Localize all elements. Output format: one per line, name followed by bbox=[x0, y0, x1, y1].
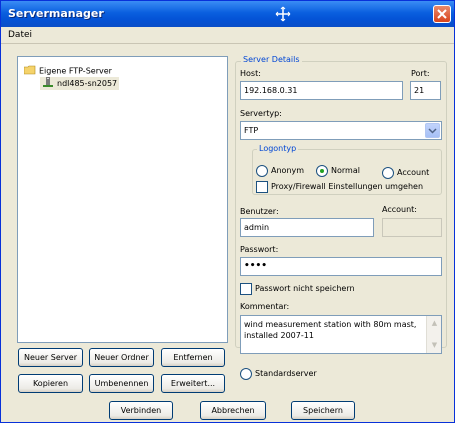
comment-scrollbar[interactable]: ▲ ▼ bbox=[426, 316, 441, 353]
radio-normal[interactable] bbox=[316, 165, 328, 177]
host-input[interactable]: 192.168.0.31 bbox=[240, 81, 403, 100]
comment-text: wind measurement station with 80m mast, … bbox=[244, 320, 417, 340]
port-label: Port: bbox=[411, 69, 430, 78]
host-label: Host: bbox=[240, 69, 261, 78]
servertype-value: FTP bbox=[244, 126, 259, 135]
radio-account[interactable] bbox=[382, 167, 394, 179]
menu-item-datei[interactable]: Datei bbox=[8, 30, 32, 40]
radio-normal-label: Normal bbox=[331, 166, 360, 175]
radio-anonym[interactable] bbox=[256, 165, 268, 177]
password-label: Passwort: bbox=[240, 245, 279, 254]
logon-type-legend: Logontyp bbox=[257, 144, 299, 153]
server-icon bbox=[42, 77, 54, 90]
password-input[interactable]: •••• bbox=[240, 257, 442, 276]
server-details-legend: Server Details bbox=[241, 55, 302, 64]
scroll-down-icon[interactable]: ▼ bbox=[428, 339, 441, 352]
tree-node-root[interactable]: Eigene FTP-Server bbox=[23, 65, 112, 77]
cancel-button[interactable]: Abbrechen bbox=[200, 401, 266, 420]
save-button[interactable]: Speichern bbox=[291, 401, 355, 420]
port-input[interactable]: 21 bbox=[410, 81, 441, 100]
default-server-radio[interactable] bbox=[240, 368, 252, 380]
rename-button[interactable]: Umbenennen bbox=[89, 374, 154, 393]
no-save-password-checkbox[interactable] bbox=[240, 283, 252, 295]
title-bar[interactable]: Servermanager bbox=[1, 1, 454, 27]
extended-button[interactable]: Erweitert... bbox=[161, 374, 225, 393]
new-folder-button[interactable]: Neuer Ordner bbox=[89, 348, 154, 367]
scroll-up-icon[interactable]: ▲ bbox=[428, 317, 441, 330]
radio-anonym-label: Anonym bbox=[271, 166, 305, 175]
window-title: Servermanager bbox=[8, 7, 104, 20]
proxy-checkbox-label: Proxy/Firewall Einstellungen umgehen bbox=[271, 182, 424, 191]
user-input[interactable]: admin bbox=[240, 218, 374, 237]
remove-button[interactable]: Entfernen bbox=[161, 348, 225, 367]
tree-child-label: ndl485-sn2057 bbox=[57, 79, 118, 88]
copy-button[interactable]: Kopieren bbox=[18, 374, 83, 393]
comment-textarea[interactable]: wind measurement station with 80m mast, … bbox=[240, 315, 442, 354]
connect-button[interactable]: Verbinden bbox=[109, 401, 173, 420]
no-save-password-label: Passwort nicht speichern bbox=[255, 284, 355, 293]
user-label: Benutzer: bbox=[240, 207, 279, 216]
close-button[interactable] bbox=[433, 5, 451, 23]
servertype-select[interactable]: FTP bbox=[240, 121, 442, 140]
server-tree[interactable]: Eigene FTP-Server ndl485-sn2057 bbox=[17, 56, 228, 343]
account-label: Account: bbox=[382, 205, 417, 214]
comment-label: Kommentar: bbox=[240, 302, 290, 311]
proxy-checkbox[interactable] bbox=[256, 181, 268, 193]
new-server-button[interactable]: Neuer Server bbox=[18, 348, 83, 367]
tree-node-server[interactable]: ndl485-sn2057 bbox=[40, 77, 120, 90]
folder-icon bbox=[23, 65, 36, 77]
menu-bar: Datei bbox=[1, 27, 454, 44]
close-icon bbox=[437, 9, 447, 19]
servertype-label: Servertyp: bbox=[240, 109, 282, 118]
tree-root-label: Eigene FTP-Server bbox=[39, 66, 112, 76]
default-server-label: Standardserver bbox=[255, 369, 317, 378]
radio-account-label: Account bbox=[397, 168, 430, 177]
chevron-down-icon[interactable] bbox=[425, 123, 440, 138]
move-cursor-icon bbox=[275, 6, 291, 22]
servermanager-window: Servermanager Datei Eigene FTP-Server nd… bbox=[0, 0, 455, 423]
account-input[interactable] bbox=[382, 218, 442, 237]
